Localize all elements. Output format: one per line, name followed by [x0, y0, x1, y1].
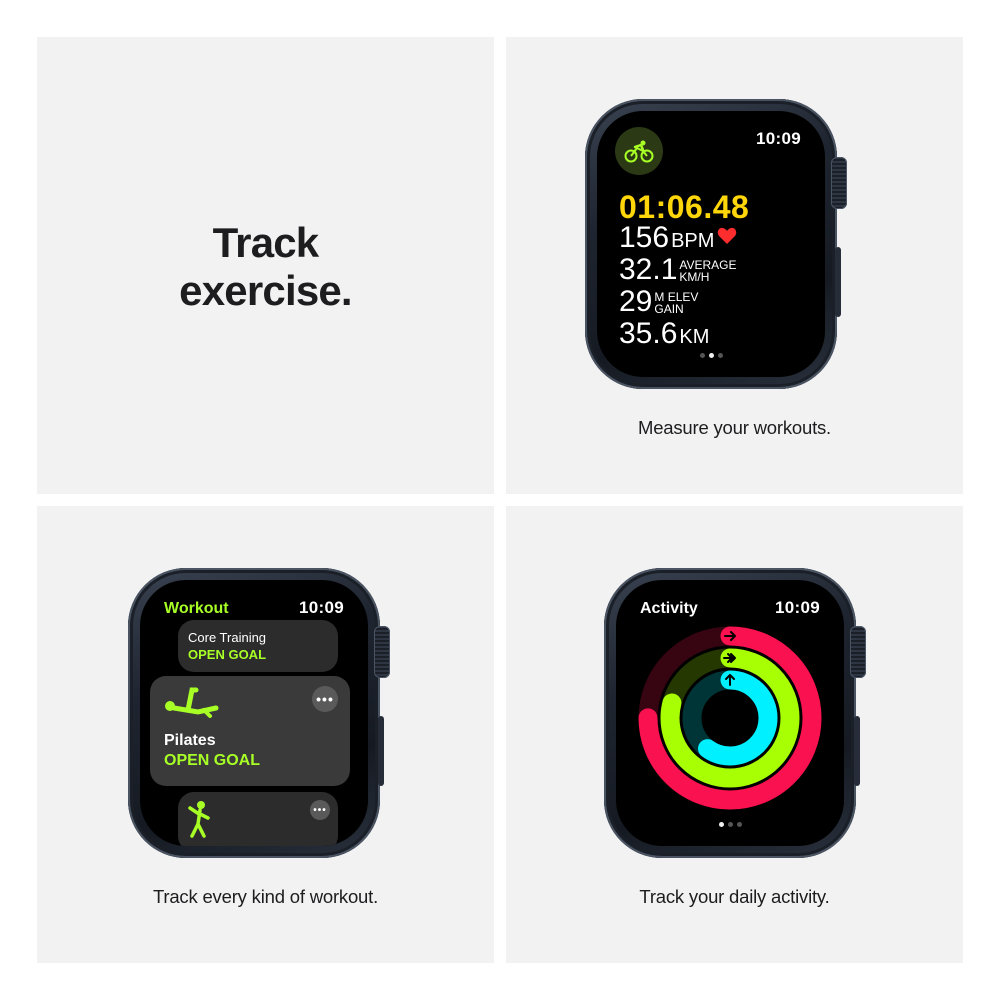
- elevation-row: 29 M ELEV GAIN: [619, 287, 698, 317]
- card-goal: OPEN GOAL: [188, 647, 267, 662]
- activity-rings: [638, 626, 822, 810]
- more-options-button[interactable]: •••: [312, 686, 338, 712]
- headline-panel: Track exercise.: [37, 37, 494, 494]
- digital-crown: [831, 157, 847, 209]
- card-name: Pilates: [164, 732, 216, 749]
- workout-card-core-training[interactable]: Core Training OPEN GOAL: [178, 620, 338, 672]
- metrics-caption: Measure your workouts.: [637, 417, 831, 438]
- heart-rate-unit: BPM: [671, 230, 715, 252]
- page-indicator: [616, 814, 844, 832]
- headline-line-1: Track: [212, 219, 320, 266]
- page-indicator: [597, 345, 825, 363]
- heart-rate-row: 156 BPM: [619, 223, 737, 253]
- cycling-icon: [615, 127, 663, 175]
- watch-activity: Activity 10:09: [604, 568, 866, 858]
- speed-unit-line-2: KM/H: [679, 270, 710, 284]
- page-dot-active: [718, 822, 724, 827]
- digital-crown: [850, 626, 866, 678]
- page-dot: [736, 822, 742, 827]
- watch-workout: Workout 10:09 Core Training OPEN GOAL ••…: [128, 568, 390, 858]
- heart-icon: [717, 227, 737, 253]
- activity-panel: Activity 10:09 Track your daily activity…: [506, 506, 963, 963]
- headline: Track exercise.: [37, 219, 494, 315]
- side-button: [854, 716, 860, 786]
- speed-row: 32.1 AVERAGE KM/H: [619, 255, 737, 285]
- page-dot: [727, 822, 733, 827]
- watch-time: 10:09: [299, 598, 344, 617]
- page-dot: [699, 353, 705, 358]
- activity-caption: Track your daily activity.: [639, 886, 830, 907]
- pilates-icon: [164, 686, 220, 727]
- speed-unit: AVERAGE KM/H: [679, 259, 736, 285]
- metrics-panel: 10:09 01:06.48 156 BPM 32.1 AVERAGE KM/H…: [506, 37, 963, 494]
- watch-screen: Activity 10:09: [616, 580, 844, 846]
- watch-time: 10:09: [775, 598, 820, 617]
- page-dot: [717, 353, 723, 358]
- elevation-unit-line-2: GAIN: [654, 302, 684, 316]
- speed-value: 32.1: [619, 253, 678, 286]
- card-name: Core Training: [188, 630, 267, 645]
- workout-caption: Track every kind of workout.: [152, 886, 379, 907]
- watch-screen: 10:09 01:06.48 156 BPM 32.1 AVERAGE KM/H…: [597, 111, 825, 377]
- watch-screen: Workout 10:09 Core Training OPEN GOAL ••…: [140, 580, 368, 846]
- watch-metrics: 10:09 01:06.48 156 BPM 32.1 AVERAGE KM/H…: [585, 99, 847, 389]
- watch-time: 10:09: [756, 129, 801, 148]
- page-dot-active: [708, 353, 714, 358]
- activity-app-title: Activity: [640, 600, 698, 617]
- elevation-value: 29: [619, 285, 653, 318]
- dance-icon: [186, 800, 212, 845]
- side-button: [378, 716, 384, 786]
- side-button: [835, 247, 841, 317]
- more-options-button[interactable]: •••: [310, 800, 330, 820]
- elevation-unit: M ELEV GAIN: [654, 291, 698, 317]
- digital-crown: [374, 626, 390, 678]
- workout-app-title: Workout: [164, 600, 229, 617]
- card-goal: OPEN GOAL: [164, 752, 261, 769]
- workout-card-pilates[interactable]: ••• Pilates OPEN GOAL: [150, 676, 350, 786]
- heart-rate-value: 156: [619, 221, 670, 254]
- headline-line-2: exercise.: [179, 267, 352, 314]
- workout-card-next[interactable]: •••: [178, 792, 338, 846]
- workout-panel: Workout 10:09 Core Training OPEN GOAL ••…: [37, 506, 494, 963]
